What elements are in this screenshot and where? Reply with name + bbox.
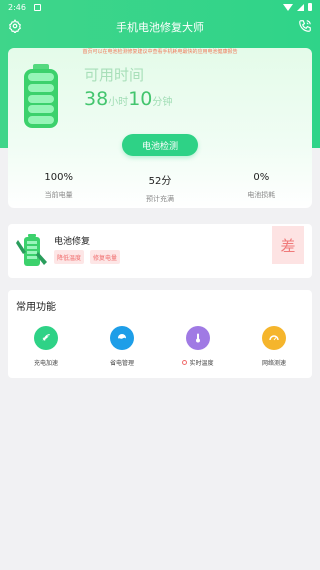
notice-text: 首页可以在电池检测修复建议中查看手机耗电最快的应用电池健康报告: [82, 49, 238, 55]
stat-value: 52分: [148, 176, 172, 187]
battery-repair-icon: [16, 234, 47, 266]
phone-icon[interactable]: [298, 19, 312, 33]
func-charge-boost[interactable]: 充电加速: [8, 326, 84, 367]
battery-level-icon: [24, 64, 58, 128]
func-power-save[interactable]: 省电管理: [84, 326, 160, 367]
stat-battery-wear: 0% 电池损耗: [211, 172, 312, 208]
stat-value: 0%: [253, 172, 270, 183]
stat-time-to-full: 52分 预计充满: [109, 172, 210, 208]
repair-title: 电池修复: [54, 237, 91, 247]
stat-label: 当前电量: [44, 191, 73, 199]
stat-current-charge: 100% 当前电量: [8, 172, 109, 208]
alert-icon: [182, 360, 188, 365]
app-title: 手机电池修复大师: [116, 21, 204, 34]
notification-icon: [33, 3, 41, 11]
available-time-value: 38小时10分钟: [84, 88, 172, 110]
func-label: 实时温度: [189, 360, 214, 367]
status-bar: 2:46: [0, 0, 320, 14]
minutes-value: 10: [128, 88, 153, 110]
signal-icon: [297, 3, 304, 11]
hours-unit: 小时: [108, 97, 129, 108]
func-network-speed[interactable]: 网络测速: [236, 326, 312, 367]
func-label: 省电管理: [109, 360, 134, 367]
rocket-icon: [34, 326, 58, 350]
stat-value: 100%: [44, 172, 73, 183]
status-time: 2:46: [8, 2, 26, 12]
func-label: 网络测速: [261, 360, 286, 367]
func-label: 充电加速: [33, 360, 58, 367]
battery-repair-card[interactable]: 电池修复 降低温度 修复电量 差: [8, 224, 312, 278]
common-functions-title: 常用功能: [16, 302, 56, 313]
stat-label: 电池损耗: [247, 191, 276, 199]
battery-stats: 100% 当前电量 52分 预计充满 0% 电池损耗: [8, 172, 312, 208]
wifi-icon: [283, 3, 293, 11]
stat-label: 预计充满: [145, 195, 174, 203]
thermometer-icon: [186, 326, 210, 350]
battery-status-icon: [308, 3, 312, 11]
power-save-icon: [110, 326, 134, 350]
battery-card: 首页可以在电池检测修复建议中查看手机耗电最快的应用电池健康报告 可用时间 38小…: [8, 48, 312, 208]
available-time-label: 可用时间: [84, 66, 145, 84]
tag-repair-charge: 修复电量: [90, 250, 121, 264]
common-functions-card: 常用功能 充电加速 省电管理 实时温度 网络测速: [8, 290, 312, 378]
speedometer-icon: [262, 326, 286, 350]
minutes-unit: 分钟: [152, 97, 173, 108]
app-header: 手机电池修复大师: [0, 16, 320, 38]
gear-icon[interactable]: [8, 19, 22, 33]
tag-cool-down: 降低温度: [54, 250, 85, 264]
hours-value: 38: [84, 88, 109, 110]
func-realtime-temp[interactable]: 实时温度: [160, 326, 236, 367]
battery-grade-badge: 差: [272, 226, 304, 264]
battery-detect-button[interactable]: 电池检测: [122, 134, 198, 156]
